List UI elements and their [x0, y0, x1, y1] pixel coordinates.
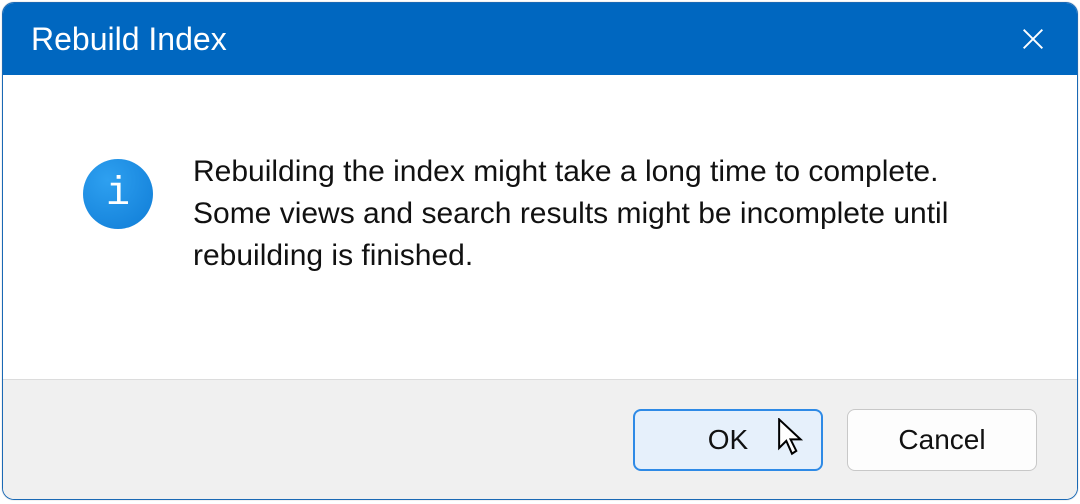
title-bar: Rebuild Index	[3, 3, 1077, 75]
info-icon: i	[83, 159, 153, 229]
dialog-title: Rebuild Index	[31, 21, 227, 58]
rebuild-index-dialog: Rebuild Index i Rebuilding the index mig…	[2, 2, 1078, 500]
dialog-content: i Rebuilding the index might take a long…	[3, 75, 1077, 379]
cancel-button[interactable]: Cancel	[847, 409, 1037, 471]
cancel-button-label: Cancel	[898, 424, 985, 456]
info-glyph: i	[106, 172, 130, 217]
ok-button-label: OK	[708, 424, 748, 456]
close-icon	[1019, 25, 1047, 53]
dialog-message: Rebuilding the index might take a long t…	[193, 151, 1017, 277]
ok-button[interactable]: OK	[633, 409, 823, 471]
close-button[interactable]	[1013, 19, 1053, 59]
dialog-button-row: OK Cancel	[3, 379, 1077, 499]
